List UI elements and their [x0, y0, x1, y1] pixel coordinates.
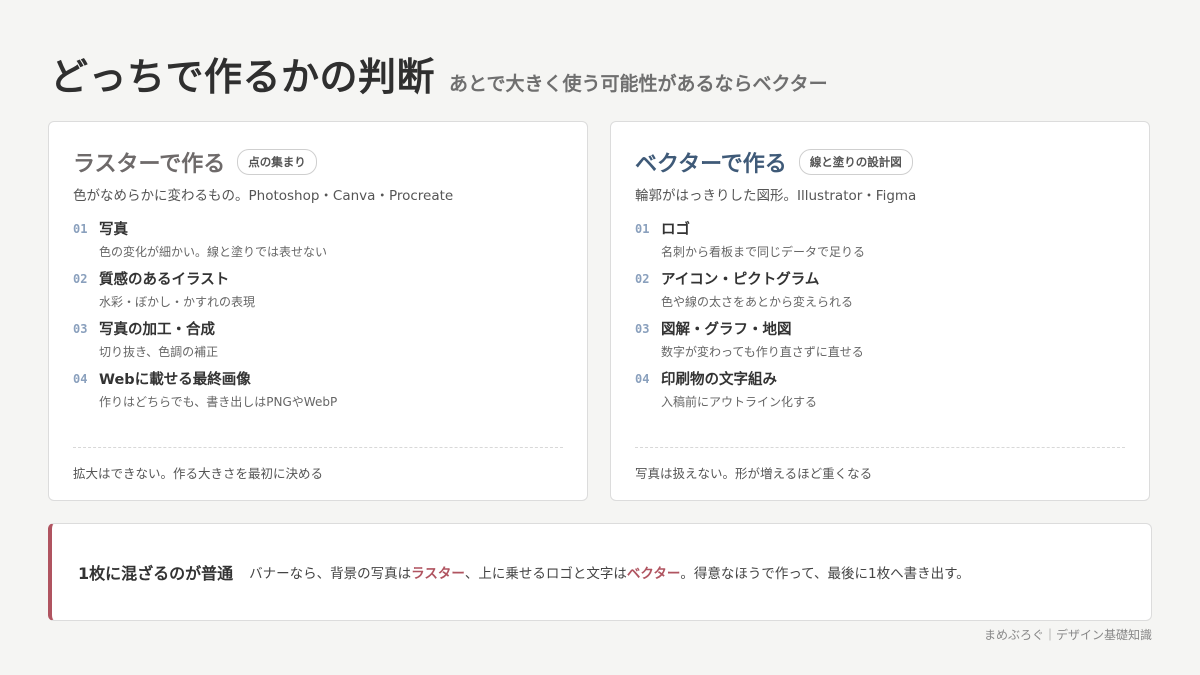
raster-card-title: ラスターで作る — [73, 152, 226, 177]
banner-text-part: 。得意なほうで作って、最後に1枚へ書き出す。 — [680, 566, 970, 582]
item-number: 03 — [635, 322, 650, 336]
item-description: 色や線の太さをあとから変えられる — [661, 295, 854, 309]
raster-badge: 点の集まり — [237, 149, 317, 175]
banner-text: バナーなら、背景の写真はラスター、上に乗せるロゴと文字はベクター。得意なほうで作… — [249, 562, 970, 582]
card-divider — [73, 447, 563, 448]
banner-heading: 1枚に混ざるのが普通 — [78, 564, 234, 583]
vector-note: 写真は扱えない。形が増えるほど重くなる — [635, 466, 873, 481]
vector-card-title: ベクターで作る — [635, 152, 787, 177]
vector-card-header: ベクターで作る 線と塗りの設計図 — [635, 146, 913, 178]
item-number: 04 — [635, 372, 650, 386]
item-title: 写真の加工・合成 — [99, 322, 215, 338]
item-title: 質感のあるイラスト — [99, 272, 230, 288]
item-description: 数字が変わっても作り直さずに直せる — [661, 345, 864, 359]
summary-banner: 1枚に混ざるのが普通 バナーなら、背景の写真はラスター、上に乗せるロゴと文字はベ… — [48, 523, 1152, 621]
item-title: Webに載せる最終画像 — [99, 372, 251, 388]
item-number: 02 — [635, 272, 650, 286]
list-item: 02 質感のあるイラスト 水彩・ぼかし・かすれの表現 — [73, 268, 337, 318]
vector-description: 輪郭がはっきりした図形。Illustrator・Figma — [635, 188, 917, 204]
vector-list: 01 ロゴ 名刺から看板まで同じデータで足りる 02 アイコン・ピクトグラム 色… — [635, 218, 865, 418]
banner-text-part: バナーなら、背景の写真は — [249, 566, 412, 582]
highlight-raster: ラスター — [411, 566, 465, 582]
item-title: ロゴ — [661, 222, 690, 238]
vector-badge: 線と塗りの設計図 — [798, 149, 913, 175]
highlight-vector: ベクター — [626, 566, 681, 582]
item-title: 印刷物の文字組み — [661, 372, 777, 388]
raster-card: ラスターで作る 点の集まり 色がなめらかに変わるもの。Photoshop・Can… — [48, 121, 588, 501]
list-item: 01 ロゴ 名刺から看板まで同じデータで足りる — [635, 218, 865, 268]
item-number: 03 — [73, 322, 88, 336]
banner-text-part: 、上に乗せるロゴと文字は — [464, 566, 627, 582]
item-number: 04 — [73, 372, 88, 386]
raster-description: 色がなめらかに変わるもの。Photoshop・Canva・Procreate — [73, 188, 454, 204]
item-number: 02 — [73, 272, 88, 286]
page-title: どっちで作るかの判断 — [50, 55, 436, 99]
item-description: 入稿前にアウトライン化する — [661, 395, 818, 409]
page-header: どっちで作るかの判断 あとで大きく使う可能性があるならベクター — [50, 46, 828, 101]
item-number: 01 — [73, 222, 88, 236]
list-item: 04 印刷物の文字組み 入稿前にアウトライン化する — [635, 368, 865, 418]
list-item: 03 写真の加工・合成 切り抜き、色調の補正 — [73, 318, 337, 368]
item-description: 切り抜き、色調の補正 — [99, 345, 219, 359]
raster-card-header: ラスターで作る 点の集まり — [73, 146, 317, 178]
list-item: 02 アイコン・ピクトグラム 色や線の太さをあとから変えられる — [635, 268, 865, 318]
list-item: 01 写真 色の変化が細かい。線と塗りでは表せない — [73, 218, 337, 268]
raster-note: 拡大はできない。作る大きさを最初に決める — [73, 466, 324, 481]
footer-credit: まめぶろぐ｜デザイン基礎知識 — [983, 628, 1152, 642]
item-description: 名刺から看板まで同じデータで足りる — [661, 245, 866, 259]
list-item: 03 図解・グラフ・地図 数字が変わっても作り直さずに直せる — [635, 318, 865, 368]
item-title: 図解・グラフ・地図 — [661, 322, 792, 338]
vector-card: ベクターで作る 線と塗りの設計図 輪郭がはっきりした図形。Illustrator… — [610, 121, 1150, 501]
item-number: 01 — [635, 222, 650, 236]
item-description: 色の変化が細かい。線と塗りでは表せない — [99, 245, 328, 259]
item-title: 写真 — [99, 222, 128, 238]
raster-list: 01 写真 色の変化が細かい。線と塗りでは表せない 02 質感のあるイラスト 水… — [73, 218, 337, 418]
item-description: 作りはどちらでも、書き出しはPNGやWebP — [99, 395, 338, 409]
list-item: 04 Webに載せる最終画像 作りはどちらでも、書き出しはPNGやWebP — [73, 368, 337, 418]
item-title: アイコン・ピクトグラム — [661, 272, 820, 288]
page-subtitle: あとで大きく使う可能性があるならベクター — [449, 73, 828, 95]
item-description: 水彩・ぼかし・かすれの表現 — [99, 295, 256, 309]
card-divider — [635, 447, 1125, 448]
